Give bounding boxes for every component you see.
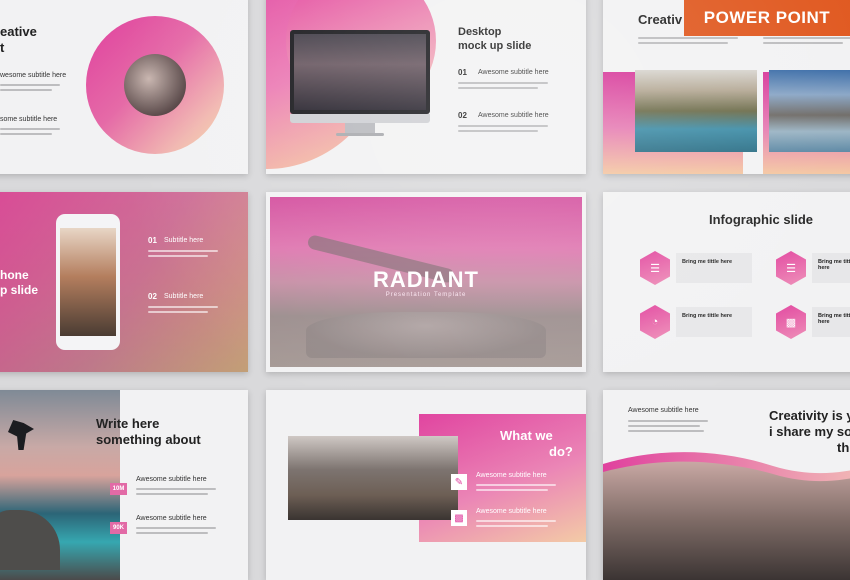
slide-thumbnail-infographic[interactable]: Infographic slide ☰ Bring me tittle here… [603,192,850,372]
cover-subtitle: Presentation Template [385,292,467,298]
lorem-line [148,311,208,313]
slide-thumbnail-what-we-do[interactable]: What we do? ✎ Awesome subtitle here ▩ Aw… [266,390,586,580]
power-point-banner: POWER POINT [684,0,850,36]
info-title: Bring me tittle here [818,313,850,325]
lorem-line [458,82,548,84]
monitor-base [336,133,384,136]
item-subtitle: Awesome subtitle here [478,112,549,119]
quote-line1: Creativity is y [769,408,850,423]
item-subtitle: Subtitle here [164,293,204,300]
info-title: Bring me tittle here [818,259,850,271]
rock-shape [306,312,546,358]
slide-thumbnail-desktop-mockup[interactable]: Desktop mock up slide 01 Awesome subtitl… [266,0,586,174]
item-number-02: 02 [458,111,467,120]
woman-balcony-photo [288,436,458,520]
cover-title: RADIANT [373,267,479,292]
lorem-line [628,430,704,432]
stat-badge: 10M [110,483,127,495]
lorem-line [136,488,216,490]
banner-label: POWER POINT [703,8,831,27]
lorem-line [458,125,548,127]
lorem-line [148,255,208,257]
slide-title-line2: p slide [0,283,39,297]
lorem-line [136,527,216,529]
stack-icon: ☰ [776,251,806,285]
lorem-line [763,42,843,44]
lorem-line [763,37,850,39]
slide-thumbnail-creative[interactable]: eative t wesome subtitle here some subti… [0,0,248,174]
slide-title-line1: What we [500,428,553,443]
slide-thumbnail-radiant-cover[interactable]: RADIANT Presentation Template [266,192,586,372]
lorem-line [0,133,52,135]
item-subtitle: Subtitle here [164,237,204,244]
monitor-screen-photo [294,34,426,110]
lorem-line [148,306,218,308]
slide-title-line1: Desktop [458,26,502,38]
slide-title-line1: hone [0,268,29,282]
lorem-line [136,493,208,495]
slide-title-line1: eative [0,24,37,39]
monitor-frame [290,30,430,114]
lake-photo [635,70,757,152]
lorem-line [476,520,556,522]
info-title: Bring me tittle here [682,259,733,265]
lorem-line [458,87,538,89]
slide-title-line2: t [0,40,5,55]
slide-thumbnail-phone-mockup[interactable]: hone p slide 01 Subtitle here 02 Subtitl… [0,192,248,372]
lorem-line [628,425,700,427]
slide-subtitle: Awesome subtitle here [628,407,699,414]
slide-title-line1: Write here [96,416,160,431]
lorem-line [148,250,218,252]
mountain-photo [769,70,850,152]
lorem-line [628,420,708,422]
item-subtitle: Awesome subtitle here [476,508,547,515]
slide-subtitle-a: wesome subtitle here [0,72,67,79]
slide-subtitle-b: some subtitle here [0,116,58,123]
pie-chart-icon: ◔ [640,305,670,339]
lorem-line [136,532,208,534]
info-box: Bring me tittle here [812,307,850,337]
lorem-line [476,484,556,486]
slide-title-line2: mock up slide [458,40,532,52]
item-number-02: 02 [148,292,157,301]
info-box: Bring me tittle here [676,253,752,283]
slide-title: Infographic slide [709,212,814,227]
chart-icon: ▩ [451,510,467,526]
lorem-line [638,42,728,44]
item-number-01: 01 [458,68,467,77]
lorem-line [458,130,538,132]
lorem-line [476,525,548,527]
info-box: Bring me tittle here [812,253,850,283]
pink-overlay [0,192,248,372]
lorem-line [638,37,738,39]
phone-frame [56,214,120,350]
item-subtitle: Awesome subtitle here [478,69,549,76]
lorem-line [0,128,60,130]
slide-title-line2: do? [549,444,573,459]
monitor-stand [345,123,375,133]
slide-thumbnail-creativity-quote[interactable]: Awesome subtitle here Creativity is y i … [603,390,850,580]
edit-icon: ✎ [451,474,467,490]
layers-icon: ☰ [640,251,670,285]
lorem-line [0,84,60,86]
item-subtitle: Awesome subtitle here [136,515,207,522]
quote-line2: i share my so [769,424,850,439]
item-subtitle: Awesome subtitle here [136,476,207,483]
lorem-line [476,489,548,491]
info-box: Bring me tittle here [676,307,752,337]
item-number-01: 01 [148,236,157,245]
phone-screen-photo [60,228,116,336]
item-subtitle: Awesome subtitle here [476,472,547,479]
info-title: Bring me tittle here [682,313,733,319]
stat-badge: 90K [110,522,127,534]
lorem-line [0,89,52,91]
bar-chart-icon: ▩ [776,305,806,339]
slide-title-line2: something about [96,432,201,447]
wave-photo-frame [603,452,850,580]
slide-title: Creativ [638,12,683,27]
portrait-photo [124,54,186,116]
monitor-chin [290,114,430,123]
slide-thumbnail-write-here[interactable]: Write here something about Awesome subti… [0,390,248,580]
